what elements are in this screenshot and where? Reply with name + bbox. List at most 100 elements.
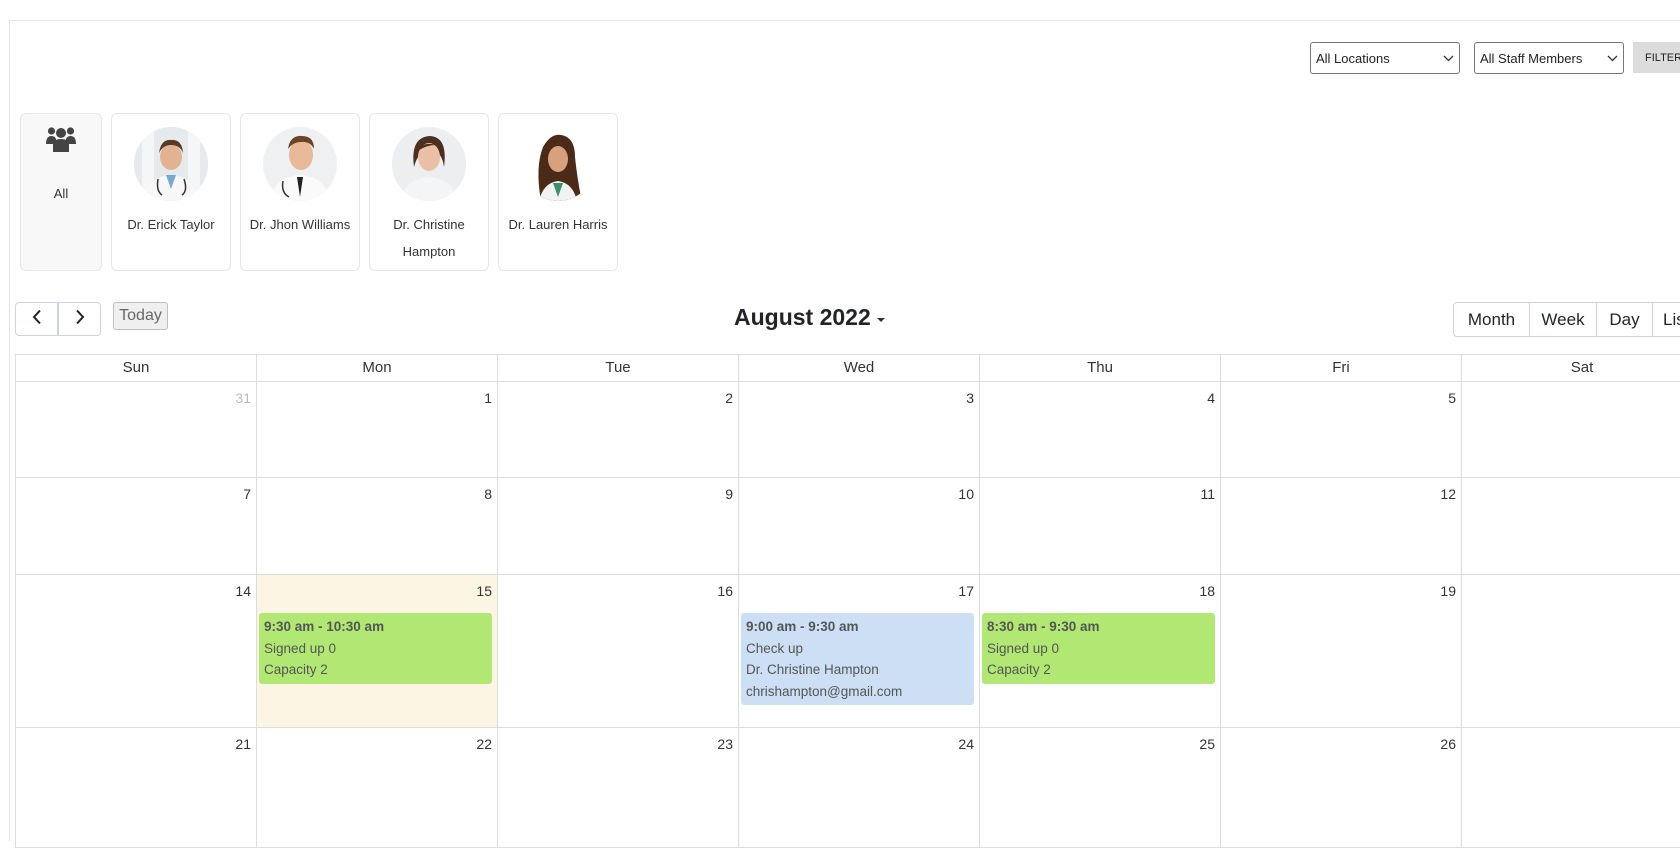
month-title-dropdown[interactable]: August 2022 <box>734 304 885 331</box>
day-number[interactable]: 2 <box>725 390 733 406</box>
staff-card-christine-hampton[interactable]: Dr. Christine Hampton <box>369 113 489 271</box>
day-cell[interactable]: 4 <box>979 382 1220 477</box>
calendar-grid: SunMonTueWedThuFriSat 311234567891011121… <box>15 354 1680 848</box>
chevron-left-icon <box>32 309 42 329</box>
day-number[interactable]: 1 <box>484 390 492 406</box>
chevron-down-icon <box>1437 55 1459 62</box>
day-number[interactable]: 12 <box>1440 486 1456 502</box>
day-cell[interactable]: 8 <box>256 478 497 574</box>
avatar <box>263 127 337 201</box>
day-number[interactable]: 18 <box>1199 583 1215 599</box>
chevron-right-icon <box>75 309 85 329</box>
day-cell[interactable]: 25 <box>979 728 1220 847</box>
page-title: August 2022 <box>734 304 871 330</box>
day-cell[interactable]: 27 <box>1461 728 1680 847</box>
day-number[interactable]: 24 <box>958 736 974 752</box>
view-month-button[interactable]: Month <box>1453 302 1530 337</box>
day-header-thu: Thu <box>979 355 1220 381</box>
day-header-sat: Sat <box>1461 355 1680 381</box>
calendar-event[interactable]: 8:30 am - 9:30 am Signed up 0 Capacity 2 <box>982 613 1215 684</box>
day-number[interactable]: 16 <box>717 583 733 599</box>
today-button[interactable]: Today <box>113 302 168 330</box>
day-cell[interactable]: 3 <box>738 382 979 477</box>
day-cell[interactable]: 14 <box>15 575 256 727</box>
view-day-button[interactable]: Day <box>1596 302 1653 337</box>
day-cell[interactable]: 31 <box>15 382 256 477</box>
day-cell[interactable]: 20 <box>1461 575 1680 727</box>
week-row: 31 1 2 3 4 56 <box>15 382 1680 478</box>
event-detail: Capacity 2 <box>264 662 328 677</box>
staff-card-name: Dr. Jhon Williams <box>249 217 351 232</box>
prev-month-button[interactable] <box>15 302 58 336</box>
week-row: 21 22 23 24 25 26 27 <box>15 728 1680 848</box>
day-number[interactable]: 7 <box>243 486 251 502</box>
day-cell[interactable]: 1 <box>256 382 497 477</box>
day-cell[interactable]: 23 <box>497 728 738 847</box>
filter-button[interactable]: FILTER <box>1633 42 1680 73</box>
calendar-event[interactable]: 9:00 am - 9:30 am Check up Dr. Christine H… <box>741 613 974 705</box>
day-cell[interactable]: 18 8:30 am - 9:30 am Signed up 0 Capacity 2 <box>979 575 1220 727</box>
day-header-tue: Tue <box>497 355 738 381</box>
event-detail: Signed up 0 <box>264 640 337 656</box>
day-cell[interactable]: 24 <box>738 728 979 847</box>
day-number[interactable]: 26 <box>1440 736 1456 752</box>
day-number[interactable]: 22 <box>476 736 492 752</box>
day-number[interactable]: 5 <box>1448 390 1456 406</box>
day-number[interactable]: 19 <box>1440 583 1456 599</box>
day-header-mon: Mon <box>256 355 497 381</box>
day-cell[interactable]: 13 <box>1461 478 1680 574</box>
day-number[interactable]: 21 <box>235 736 251 752</box>
day-cell[interactable]: 19 <box>1220 575 1461 727</box>
day-cell[interactable]: 5 <box>1220 382 1461 477</box>
day-number[interactable]: 23 <box>717 736 733 752</box>
staff-select[interactable]: All Staff Members <box>1474 42 1624 74</box>
day-number[interactable]: 14 <box>235 583 251 599</box>
day-number[interactable]: 11 <box>1200 486 1215 502</box>
day-number[interactable]: 8 <box>484 486 492 502</box>
day-header-wed: Wed <box>738 355 979 381</box>
day-cell[interactable]: 2 <box>497 382 738 477</box>
staff-card-erick-taylor[interactable]: Dr. Erick Taylor <box>111 113 231 271</box>
staff-card-name: Dr. Lauren Harris <box>508 217 608 232</box>
calendar-event[interactable]: 9:30 am - 10:30 am Signed up 0 Capacity 2 <box>259 613 492 684</box>
week-row: 7 8 9 10 11 12 13 <box>15 478 1680 575</box>
day-cell[interactable]: 21 <box>15 728 256 847</box>
day-cell[interactable]: 6 <box>1461 382 1680 477</box>
view-week-button[interactable]: Week <box>1529 302 1597 337</box>
view-list-button[interactable]: List <box>1652 302 1680 337</box>
staff-card-all[interactable]: All <box>20 113 102 271</box>
staff-card-name: Dr. Erick Taylor <box>127 217 215 232</box>
day-cell[interactable]: 26 <box>1220 728 1461 847</box>
day-number[interactable]: 25 <box>1199 736 1215 752</box>
day-cell[interactable]: 10 <box>738 478 979 574</box>
day-number[interactable]: 3 <box>966 390 974 406</box>
staff-card-name: All <box>53 186 69 201</box>
day-header-row: Sun Mon Tue Wed Thu Fri Sat <box>15 354 1680 382</box>
staff-card-jhon-williams[interactable]: Dr. Jhon Williams <box>240 113 360 271</box>
day-cell[interactable]: 17 9:00 am - 9:30 am Check up Dr. Christine… <box>738 575 979 727</box>
day-number[interactable]: 15 <box>476 583 492 599</box>
day-cell[interactable]: 9 <box>497 478 738 574</box>
day-number[interactable]: 31 <box>235 390 251 406</box>
day-cell-today[interactable]: 15 9:30 am - 10:30 am Signed up 0 Capacity … <box>256 575 497 727</box>
day-cell[interactable]: 22 <box>256 728 497 847</box>
staff-card-name: Dr. Christine Hampton <box>393 217 465 259</box>
week-row: 14 15 9:30 am - 10:30 am Signed up 0 Capacit… <box>15 575 1680 728</box>
chevron-down-icon <box>1601 55 1623 62</box>
staff-cards: All Dr. Erick Taylor Dr. Jhon Williams D… <box>20 113 618 271</box>
day-number[interactable]: 4 <box>1207 390 1215 406</box>
day-cell[interactable]: 16 <box>497 575 738 727</box>
location-select[interactable]: All Locations <box>1310 42 1460 74</box>
event-time: 9:00 am - 9:30 am <box>746 619 859 634</box>
day-cell[interactable]: 11 <box>979 478 1220 574</box>
event-detail: Signed up 0 <box>987 640 1060 656</box>
day-cell[interactable]: 12 <box>1220 478 1461 574</box>
event-time: 9:30 am - 10:30 am <box>264 619 385 634</box>
next-month-button[interactable] <box>58 302 101 336</box>
staff-card-lauren-harris[interactable]: Dr. Lauren Harris <box>498 113 618 271</box>
day-number[interactable]: 9 <box>725 486 733 502</box>
day-number[interactable]: 17 <box>958 583 974 599</box>
day-cell[interactable]: 7 <box>15 478 256 574</box>
avatar <box>521 127 595 201</box>
day-number[interactable]: 10 <box>958 486 974 502</box>
